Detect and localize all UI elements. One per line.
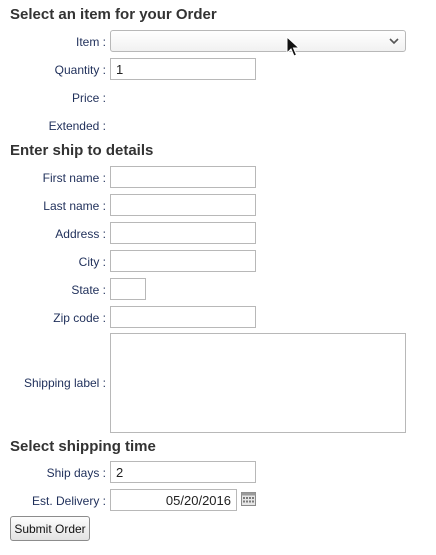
shipping-label-textarea[interactable]: [110, 333, 406, 433]
quantity-label: Quantity :: [54, 63, 106, 77]
quantity-input[interactable]: [110, 58, 256, 80]
est-delivery-input[interactable]: [110, 489, 237, 511]
shipping-label-label: Shipping label :: [23, 376, 106, 390]
first-name-input[interactable]: [110, 166, 256, 188]
address-input[interactable]: [110, 222, 256, 244]
state-label: State :: [71, 283, 106, 297]
ship-days-label: Ship days :: [46, 466, 106, 480]
item-label: Item :: [75, 35, 106, 49]
submit-order-button[interactable]: Submit Order: [10, 516, 90, 541]
zip-code-label: Zip code :: [53, 311, 106, 325]
ship-days-input[interactable]: [110, 461, 256, 483]
last-name-label: Last name :: [43, 199, 106, 213]
state-input[interactable]: [110, 278, 146, 300]
ship-section-heading: Enter ship to details: [10, 142, 154, 159]
last-name-input[interactable]: [110, 194, 256, 216]
chevron-down-icon: [389, 38, 399, 45]
zip-code-input[interactable]: [110, 306, 256, 328]
shipping-time-heading: Select shipping time: [10, 438, 156, 455]
extended-label: Extended :: [48, 119, 106, 133]
city-input[interactable]: [110, 250, 256, 272]
address-label: Address :: [55, 227, 106, 241]
first-name-label: First name :: [42, 171, 106, 185]
calendar-icon[interactable]: [241, 492, 256, 506]
city-label: City :: [78, 255, 106, 269]
order-section-heading: Select an item for your Order: [10, 6, 217, 23]
item-select[interactable]: [110, 30, 406, 52]
est-delivery-label: Est. Delivery :: [31, 494, 106, 508]
mouse-pointer-icon: [286, 36, 300, 57]
price-label: Price :: [71, 91, 106, 105]
